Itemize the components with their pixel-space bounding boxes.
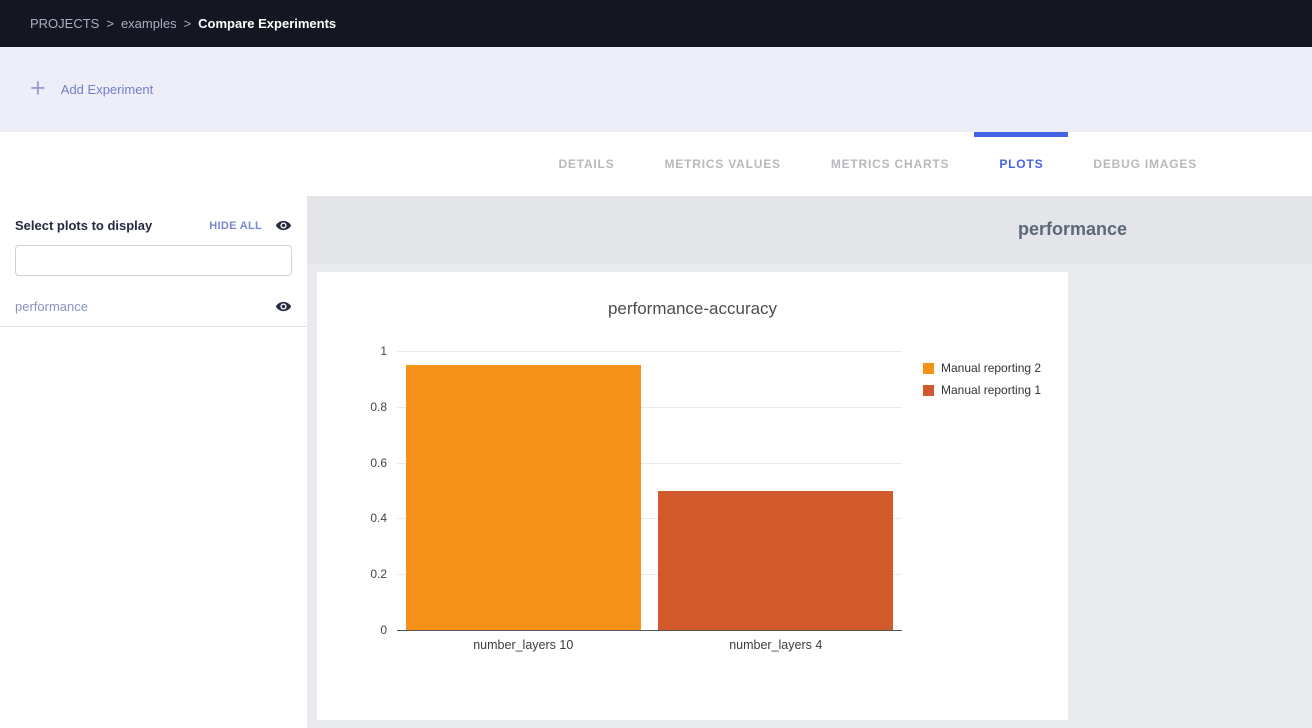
breadcrumb-projects[interactable]: PROJECTS (30, 16, 99, 31)
bar-number_layers-4[interactable] (658, 491, 893, 631)
y-tick-label: 0.2 (347, 566, 387, 582)
x-tick-label: number_layers 10 (397, 638, 650, 652)
hide-all-button[interactable]: HIDE ALL (209, 217, 292, 234)
legend-item[interactable]: Manual reporting 2 (923, 361, 1041, 375)
y-tick-label: 0.6 (347, 455, 387, 471)
add-experiment-button[interactable]: + Add Experiment (30, 77, 153, 102)
tab-metrics-values[interactable]: METRICS VALUES (640, 132, 806, 196)
legend-label: Manual reporting 2 (941, 361, 1041, 375)
tab-metrics-charts[interactable]: METRICS CHARTS (806, 132, 975, 196)
legend-label: Manual reporting 1 (941, 383, 1041, 397)
chart-title: performance-accuracy (317, 272, 1068, 319)
plot-list: performance (0, 293, 307, 327)
plot-item-label: performance (15, 299, 88, 314)
body-row: Select plots to display HIDE ALL perform… (0, 196, 1312, 728)
hide-all-label: HIDE ALL (209, 220, 262, 232)
breadcrumb-examples[interactable]: examples (121, 16, 177, 31)
eye-icon (275, 217, 292, 234)
eye-icon[interactable] (275, 298, 292, 315)
legend-swatch (923, 363, 934, 374)
plot-group-title: performance (1018, 219, 1127, 240)
top-header: PROJECTS > examples > Compare Experiment… (0, 0, 1312, 47)
plot-selector-sidebar: Select plots to display HIDE ALL perform… (0, 196, 307, 728)
gridline (397, 351, 902, 352)
chart-legend: Manual reporting 2 Manual reporting 1 (923, 361, 1041, 405)
active-tab-indicator (974, 132, 1068, 137)
legend-swatch (923, 385, 934, 396)
plot-filter-input[interactable] (15, 245, 292, 276)
tab-details[interactable]: DETAILS (533, 132, 639, 196)
plot-area: 00.20.40.60.81number_layers 10number_lay… (397, 351, 902, 631)
plot-list-item-performance[interactable]: performance (0, 293, 307, 327)
plus-icon: + (30, 75, 46, 102)
y-tick-label: 0.4 (347, 510, 387, 526)
breadcrumb: PROJECTS > examples > Compare Experiment… (30, 16, 336, 31)
breadcrumb-separator: > (184, 16, 192, 31)
tab-debug-images[interactable]: DEBUG IMAGES (1068, 132, 1222, 196)
legend-item[interactable]: Manual reporting 1 (923, 383, 1041, 397)
x-tick-label: number_layers 4 (650, 638, 903, 652)
chart-card: performance-accuracy 00.20.40.60.81numbe… (317, 272, 1068, 720)
plots-content: performance performance-accuracy 00.20.4… (307, 196, 1312, 728)
y-tick-label: 0.8 (347, 399, 387, 415)
breadcrumb-current-page: Compare Experiments (198, 16, 336, 31)
bar-number_layers-10[interactable] (406, 365, 641, 630)
experiments-toolbar: + Add Experiment (0, 47, 1312, 132)
compare-tabs: DETAILS METRICS VALUES METRICS CHARTS PL… (0, 132, 1312, 196)
add-experiment-label: Add Experiment (61, 82, 154, 97)
tab-plots[interactable]: PLOTS (974, 132, 1068, 196)
y-tick-label: 0 (347, 622, 387, 638)
sidebar-header: Select plots to display HIDE ALL (0, 217, 307, 234)
y-tick-label: 1 (347, 343, 387, 359)
plot-group-header: performance (307, 196, 1312, 264)
plots-panel-title: Select plots to display (15, 218, 152, 233)
breadcrumb-separator: > (106, 16, 114, 31)
compare-experiments-screen: PROJECTS > examples > Compare Experiment… (0, 0, 1312, 728)
tab-plots-label: PLOTS (999, 157, 1043, 171)
